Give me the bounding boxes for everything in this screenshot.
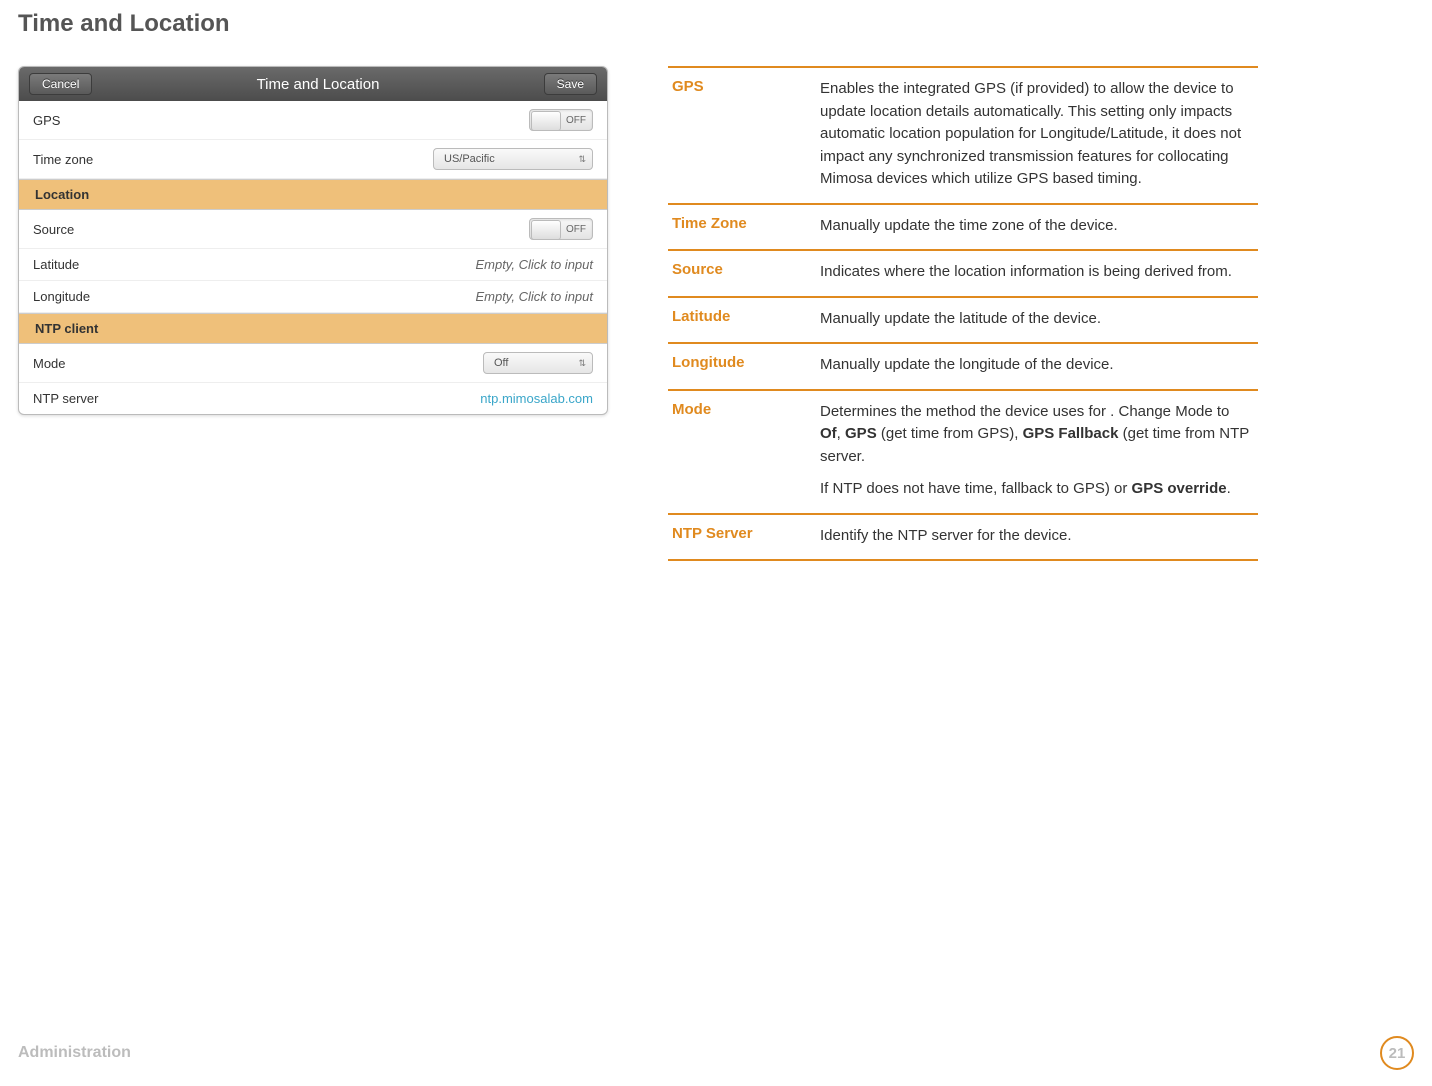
ntp-server-value: ntp.mimosalab.com [480,391,593,406]
cancel-button[interactable]: Cancel [29,73,92,95]
def-row-source: Source Indicates where the location info… [668,251,1258,298]
latitude-value: Empty, Click to input [475,257,593,272]
def-term: GPS [672,78,802,191]
location-section-header: Location [19,179,607,210]
source-toggle-value: OFF [566,224,586,235]
def-term: NTP Server [672,525,802,548]
def-row-gps: GPS Enables the integrated GPS (if provi… [668,68,1258,205]
def-desc: Identify the NTP server for the device. [820,525,1254,548]
def-desc: Manually update the latitude of the devi… [820,308,1254,331]
ntp-section-header: NTP client [19,313,607,344]
time-location-panel: Cancel Time and Location Save GPS OFF Ti… [18,66,608,415]
mode-value: Off [494,357,508,369]
gps-toggle-value: OFF [566,115,586,126]
latitude-label: Latitude [33,257,79,272]
mode-row: Mode Off ⇅ [19,344,607,383]
def-term: Longitude [672,354,802,377]
footer-section-label: Administration [18,1044,131,1062]
mode-select[interactable]: Off ⇅ [483,352,593,374]
save-button[interactable]: Save [544,73,597,95]
def-row-ntp-server: NTP Server Identify the NTP server for t… [668,515,1258,562]
page-footer: Administration 21 [18,1036,1414,1070]
gps-row: GPS OFF [19,101,607,140]
panel-title: Time and Location [92,76,543,93]
gps-toggle[interactable]: OFF [529,109,593,131]
def-term: Source [672,261,802,284]
ntp-server-label: NTP server [33,391,99,406]
ntp-server-row[interactable]: NTP server ntp.mimosalab.com [19,383,607,414]
page-number-badge: 21 [1380,1036,1414,1070]
timezone-label: Time zone [33,152,93,167]
def-row-latitude: Latitude Manually update the latitude of… [668,298,1258,345]
source-label: Source [33,222,74,237]
def-term: Mode [672,401,802,501]
chevron-updown-icon: ⇅ [578,358,586,369]
definitions-table-container: GPS Enables the integrated GPS (if provi… [668,66,1258,561]
def-desc: Manually update the longitude of the dev… [820,354,1254,377]
panel-header: Cancel Time and Location Save [19,67,607,101]
def-term: Latitude [672,308,802,331]
chevron-updown-icon: ⇅ [578,154,586,165]
source-row: Source OFF [19,210,607,249]
def-row-longitude: Longitude Manually update the longitude … [668,344,1258,391]
def-desc: Indicates where the location information… [820,261,1254,284]
def-desc: Enables the integrated GPS (if provided)… [820,78,1254,191]
timezone-row: Time zone US/Pacific ⇅ [19,140,607,179]
mode-label: Mode [33,356,66,371]
definitions-table: GPS Enables the integrated GPS (if provi… [668,66,1258,561]
timezone-select[interactable]: US/Pacific ⇅ [433,148,593,170]
screenshot-panel-container: Cancel Time and Location Save GPS OFF Ti… [18,66,608,561]
longitude-label: Longitude [33,289,90,304]
page-title: Time and Location [18,10,1414,38]
def-row-timezone: Time Zone Manually update the time zone … [668,205,1258,252]
timezone-value: US/Pacific [444,153,495,165]
gps-label: GPS [33,113,60,128]
def-desc: Determines the method the device uses fo… [820,401,1254,501]
def-term: Time Zone [672,215,802,238]
latitude-row[interactable]: Latitude Empty, Click to input [19,249,607,281]
longitude-value: Empty, Click to input [475,289,593,304]
longitude-row[interactable]: Longitude Empty, Click to input [19,281,607,313]
source-toggle[interactable]: OFF [529,218,593,240]
def-desc: Manually update the time zone of the dev… [820,215,1254,238]
def-row-mode: Mode Determines the method the device us… [668,391,1258,515]
